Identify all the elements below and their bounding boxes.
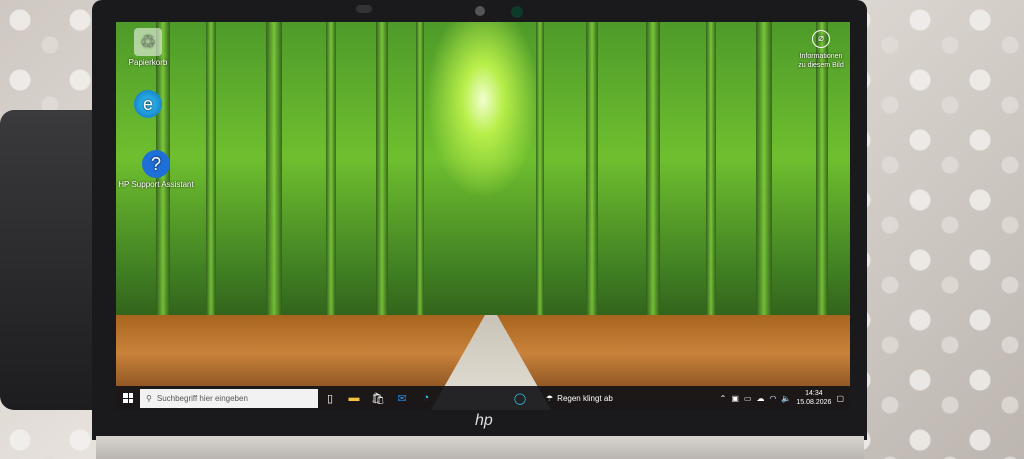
usb-icon[interactable]: ▣ (731, 394, 739, 403)
desktop-icon-recycle-bin[interactable]: ♲ Papierkorb (116, 28, 188, 67)
file-explorer-icon[interactable]: ▬ (342, 386, 366, 410)
recycle-bin-icon: ♲ (134, 28, 162, 56)
desktop-screen: ♲ Papierkorb e ? HP Support Assistant ⌀ … (116, 22, 850, 410)
mail-icon[interactable]: ✉ (390, 386, 414, 410)
spotlight-label: Informationen zu diesem Bild (798, 53, 844, 69)
volume-icon[interactable]: 🔈 (781, 394, 791, 403)
sensor (356, 5, 372, 13)
search-placeholder: Suchbegriff hier eingeben (156, 393, 248, 403)
battery-icon[interactable]: ▭ (744, 394, 752, 403)
task-view-icon[interactable]: ▯ (318, 386, 342, 410)
edge-icon: e (134, 90, 162, 118)
cloud-icon[interactable]: ☁ (756, 394, 764, 403)
date-text: 15.08.2026 (796, 399, 832, 406)
laptop-hinge (96, 436, 864, 459)
desktop-icon-edge[interactable]: e (116, 90, 188, 120)
system-tray: ⌃ ▣ ▭ ☁ ◠ 🔈 14:34 15.08.2026 ▢ (720, 389, 850, 407)
weather-widget[interactable]: ☂ Regen klingt ab (546, 394, 613, 403)
edge-icon[interactable]: ◔ (414, 386, 438, 410)
cortana-icon[interactable]: ◯ (508, 386, 532, 410)
windows-icon (123, 393, 133, 403)
help-icon: ? (142, 150, 170, 178)
store-icon[interactable]: 🛍 (366, 386, 390, 410)
desktop-icon-label: HP Support Assistant (118, 180, 194, 189)
weather-icon: ☂ (546, 393, 554, 403)
clock[interactable]: 14:34 15.08.2026 (796, 389, 831, 407)
desktop-icon-hp-support[interactable]: ? HP Support Assistant (116, 150, 196, 189)
chevron-up-icon[interactable]: ⌃ (720, 394, 727, 403)
search-box[interactable]: ⚲ Suchbegriff hier eingeben (140, 388, 318, 408)
spotlight-info[interactable]: ⌀ Informationen zu diesem Bild (798, 30, 844, 70)
camera-info-icon: ⌀ (812, 30, 830, 48)
time-text: 14:34 (805, 390, 823, 397)
ir-camera (511, 6, 523, 18)
start-button[interactable] (116, 386, 140, 410)
notification-icon[interactable]: ▢ (836, 394, 844, 403)
weather-text: Regen klingt ab (557, 393, 613, 403)
webcam (475, 6, 485, 16)
desktop-icon-label: Papierkorb (128, 58, 168, 67)
search-icon: ⚲ (146, 393, 152, 403)
taskbar: ⚲ Suchbegriff hier eingeben ▯ ▬ 🛍 ✉ ◔ ◯ … (116, 386, 850, 410)
wifi-icon[interactable]: ◠ (769, 394, 776, 403)
hp-logo: hp (475, 412, 493, 429)
